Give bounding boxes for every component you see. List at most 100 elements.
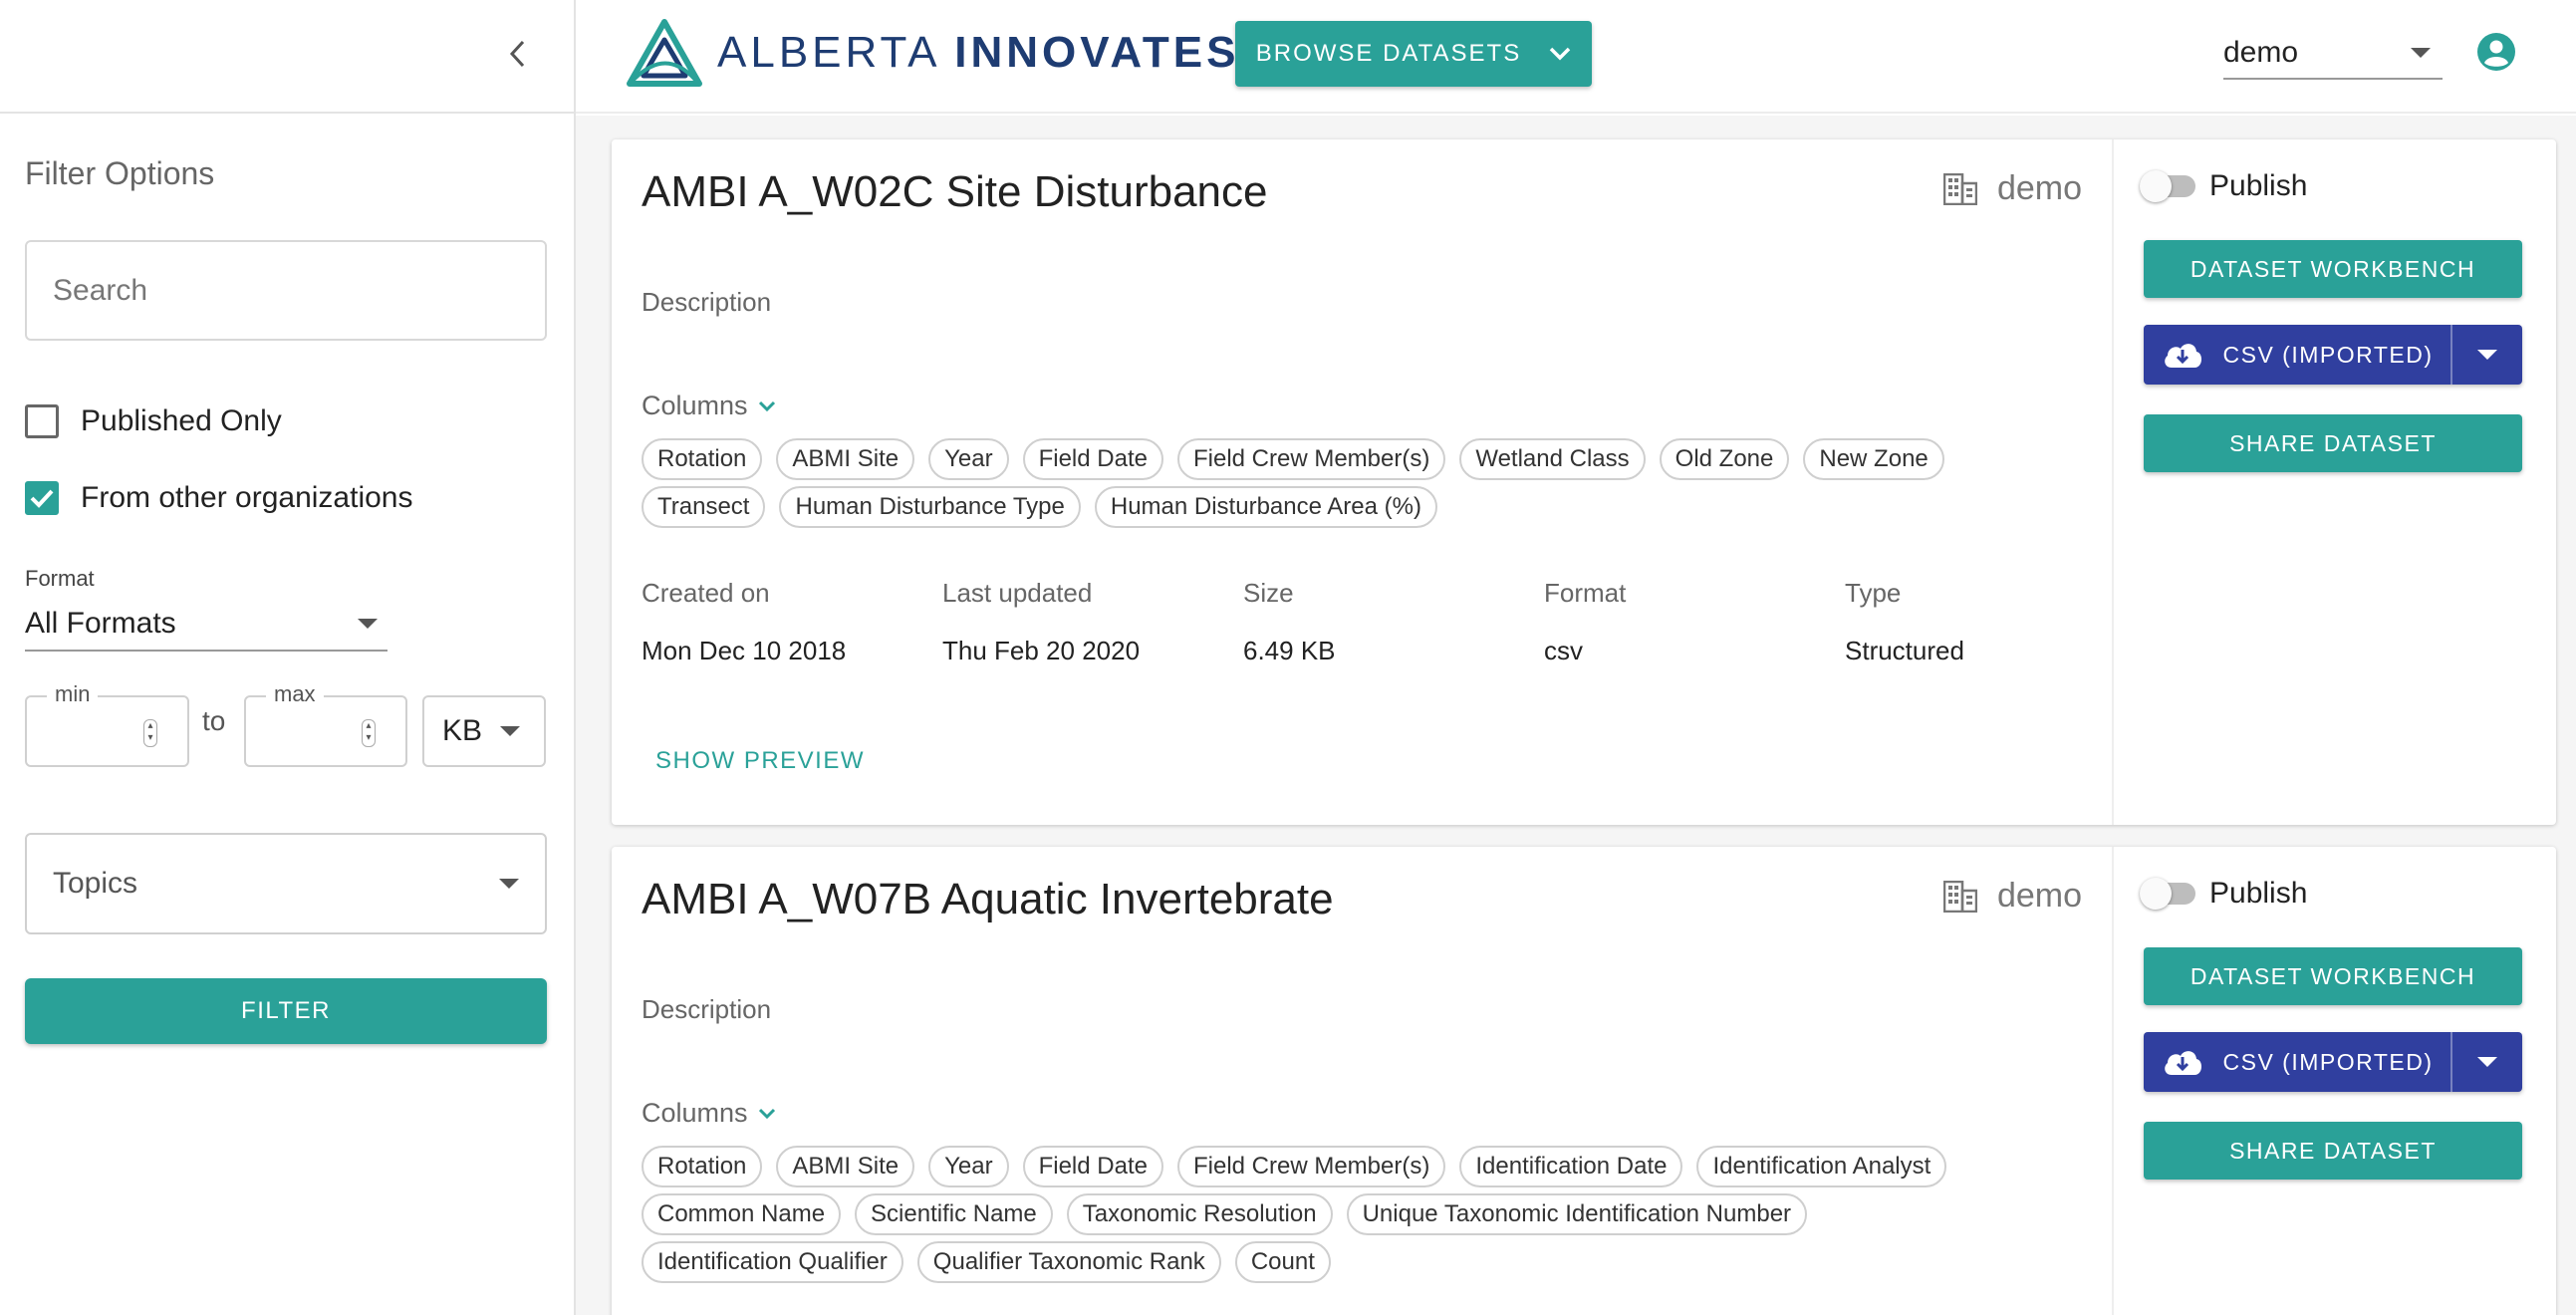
columns-label: Columns [642, 1098, 748, 1128]
dataset-card: AMBI A_W07B Aquatic Invertebrate demo De… [612, 847, 2556, 1315]
dataset-details: AMBI A_W02C Site Disturbance demo Descri… [612, 139, 2114, 825]
column-chip: Old Zone [1659, 438, 1790, 480]
account-circle-icon[interactable] [2476, 32, 2516, 72]
dataset-card: AMBI A_W02C Site Disturbance demo Descri… [612, 139, 2556, 825]
column-chip: Human Disturbance Type [779, 486, 1081, 528]
column-chip: Identification Analyst [1696, 1146, 1947, 1187]
caret-down-icon [499, 879, 519, 889]
other-organizations-option[interactable]: From other organizations [25, 481, 413, 515]
other-organizations-label: From other organizations [81, 481, 413, 514]
building-icon [1942, 880, 1977, 913]
chevron-down-icon [758, 400, 775, 411]
dataset-actions: Publish DATASET WORKBENCH CSV (IMPORTED)… [2114, 139, 2556, 825]
column-chip: Year [928, 438, 1009, 480]
column-chips: Rotation ABMI Site Year Field Date Field… [642, 1146, 2076, 1283]
size-value: 6.49 KB [1243, 636, 1336, 665]
csv-download-button[interactable]: CSV (IMPORTED) [2144, 1032, 2450, 1092]
created-on-value: Mon Dec 10 2018 [642, 636, 847, 665]
publish-toggle[interactable] [2140, 878, 2195, 910]
csv-download-button-group: CSV (IMPORTED) [2144, 325, 2522, 385]
format-header-label: Format [1544, 578, 1627, 608]
browse-datasets-label: BROWSE DATASETS [1255, 40, 1522, 67]
organization-select[interactable]: demo [2223, 28, 2443, 80]
unit-value: KB [442, 714, 483, 747]
csv-format-dropdown[interactable] [2450, 1032, 2522, 1092]
share-dataset-button[interactable]: SHARE DATASET [2144, 1122, 2522, 1180]
column-chips: Rotation ABMI Site Year Field Date Field… [642, 438, 2076, 528]
publish-switch[interactable]: Publish [2140, 877, 2307, 911]
column-chip: Field Crew Member(s) [1176, 438, 1446, 480]
published-only-checkbox[interactable] [25, 404, 59, 438]
owner-name: demo [1996, 169, 2082, 207]
column-chip: Qualifier Taxonomic Rank [916, 1241, 1221, 1283]
column-chip: Unique Taxonomic Identification Number [1346, 1193, 1808, 1235]
show-preview-button[interactable]: SHOW PREVIEW [655, 747, 865, 775]
max-size-input[interactable]: max ▴ ▾ [244, 681, 407, 767]
checkmark-icon [30, 489, 54, 508]
last-updated-value: Thu Feb 20 2020 [942, 636, 1141, 665]
size-label: Size [1243, 578, 1294, 608]
max-label: max [266, 681, 324, 707]
columns-toggle[interactable]: Columns [642, 1098, 776, 1129]
column-chip: Taxonomic Resolution [1066, 1193, 1333, 1235]
publish-label: Publish [2209, 169, 2308, 202]
publish-switch[interactable]: Publish [2140, 169, 2308, 203]
caret-down-icon [2477, 1057, 2497, 1067]
stepper-icon[interactable]: ▴ ▾ [362, 719, 376, 747]
min-size-input[interactable]: min ▴ ▾ [25, 681, 189, 767]
column-chip: New Zone [1803, 438, 1944, 480]
chevron-down-icon [758, 1108, 775, 1119]
column-chip: Scientific Name [855, 1193, 1053, 1235]
published-only-option[interactable]: Published Only [25, 404, 282, 438]
filter-options-heading: Filter Options [25, 155, 215, 191]
format-select[interactable]: All Formats [25, 598, 387, 652]
cloud-download-icon [2164, 1051, 2201, 1075]
created-on-label: Created on [642, 578, 770, 608]
format-label: Format [25, 566, 95, 591]
dataset-workbench-button[interactable]: DATASET WORKBENCH [2144, 240, 2522, 298]
dataset-title[interactable]: AMBI A_W02C Site Disturbance [642, 167, 1267, 217]
csv-format-dropdown[interactable] [2450, 325, 2522, 385]
top-app-bar: ALBERTA INNOVATES BROWSE DATASETS demo [576, 0, 2576, 114]
browse-datasets-button[interactable]: BROWSE DATASETS [1235, 21, 1592, 87]
publish-toggle[interactable] [2140, 170, 2195, 202]
min-label: min [47, 681, 99, 707]
topics-select[interactable]: Topics [25, 833, 547, 934]
column-chip: Wetland Class [1459, 438, 1646, 480]
column-chip: Identification Qualifier [642, 1241, 903, 1283]
format-value: csv [1544, 636, 1583, 665]
csv-download-button-group: CSV (IMPORTED) [2144, 1032, 2522, 1092]
column-chip: Year [928, 1146, 1009, 1187]
column-chip: Rotation [642, 1146, 763, 1187]
collapse-sidebar-button[interactable] [498, 34, 538, 74]
dataset-list: AMBI A_W02C Site Disturbance demo Descri… [576, 116, 2576, 1315]
other-organizations-checkbox[interactable] [25, 481, 59, 515]
sidebar-toolbar [0, 0, 574, 114]
csv-button-label: CSV (IMPORTED) [2222, 1048, 2434, 1075]
search-field[interactable] [25, 240, 547, 341]
logo-mark-icon [627, 19, 702, 87]
column-chip: ABMI Site [776, 1146, 915, 1187]
search-input[interactable] [27, 242, 545, 339]
topics-placeholder: Topics [53, 867, 138, 900]
alberta-innovates-logo[interactable]: ALBERTA INNOVATES [626, 18, 1239, 88]
dataset-title[interactable]: AMBI A_W07B Aquatic Invertebrate [642, 875, 1334, 924]
building-icon [1942, 172, 1977, 205]
type-value: Structured [1845, 636, 1964, 665]
chevron-left-icon [509, 40, 525, 68]
dataset-owner: demo [1942, 877, 2082, 916]
column-chip: Transect [642, 486, 766, 528]
filter-button[interactable]: FILTER [25, 978, 547, 1044]
csv-download-button[interactable]: CSV (IMPORTED) [2144, 325, 2450, 385]
caret-down-icon [2477, 350, 2497, 360]
size-unit-select[interactable]: KB [422, 695, 546, 767]
share-dataset-button[interactable]: SHARE DATASET [2144, 414, 2522, 472]
column-chip: Field Date [1022, 1146, 1163, 1187]
stepper-icon[interactable]: ▴ ▾ [143, 719, 157, 747]
logo-text: ALBERTA INNOVATES [717, 28, 1240, 77]
dataset-workbench-button[interactable]: DATASET WORKBENCH [2144, 947, 2522, 1005]
dataset-actions: Publish DATASET WORKBENCH CSV (IMPORTED)… [2114, 847, 2556, 1315]
columns-toggle[interactable]: Columns [642, 391, 776, 421]
column-chip: Field Crew Member(s) [1176, 1146, 1446, 1187]
column-chip: Human Disturbance Area (%) [1094, 486, 1437, 528]
